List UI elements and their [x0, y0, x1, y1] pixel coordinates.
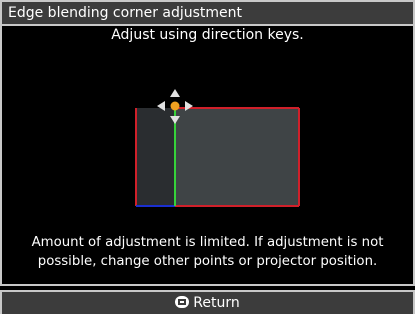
edge-blending-dialog: Edge blending corner adjustment Adjust u…: [0, 0, 415, 314]
arrow-up-icon: [170, 89, 180, 97]
warning-line-1: Amount of adjustment is limited. If adju…: [31, 235, 384, 250]
warning-line-2: possible, change other points or project…: [37, 254, 378, 269]
corner-point-handle: [170, 101, 180, 111]
adjustment-warning: Amount of adjustment is limited. If adju…: [0, 233, 415, 271]
menu-button-icon: [175, 296, 190, 308]
return-button[interactable]: Return: [2, 294, 413, 312]
blend-overlap-region: [136, 108, 175, 206]
return-label: Return: [193, 295, 240, 311]
dialog-footer: Return: [0, 290, 415, 314]
